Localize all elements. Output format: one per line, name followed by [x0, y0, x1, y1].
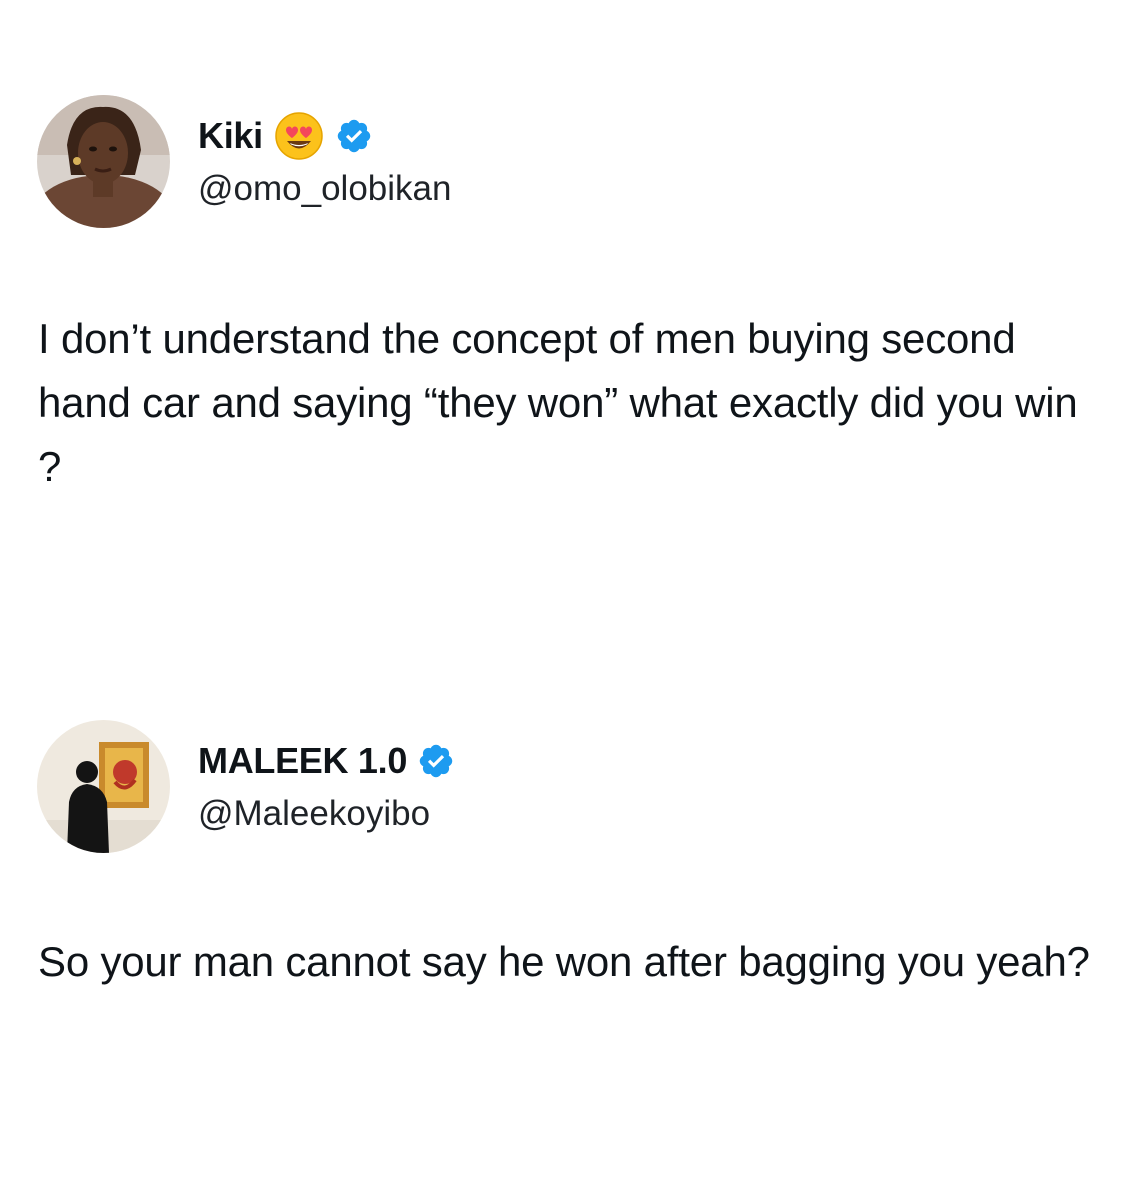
verified-badge-icon [417, 742, 455, 780]
author-name-row: MALEEK 1.0 [198, 737, 455, 785]
tweet-text: So your man cannot say he won after bagg… [38, 938, 1090, 985]
tweet-text: I don’t understand the concept of men bu… [38, 315, 1078, 490]
author-handle[interactable]: @Maleekoyibo [198, 794, 430, 834]
display-name[interactable]: MALEEK 1.0 [198, 740, 407, 782]
display-name[interactable]: Kiki [198, 115, 263, 157]
author-handle[interactable]: @omo_olobikan [198, 169, 451, 209]
avatar-kiki[interactable] [37, 95, 170, 228]
author-name-row: Kiki [198, 112, 373, 160]
verified-badge-icon [335, 117, 373, 155]
avatar-maleek[interactable] [37, 720, 170, 853]
heart-eyes-emoji-icon [273, 110, 325, 162]
